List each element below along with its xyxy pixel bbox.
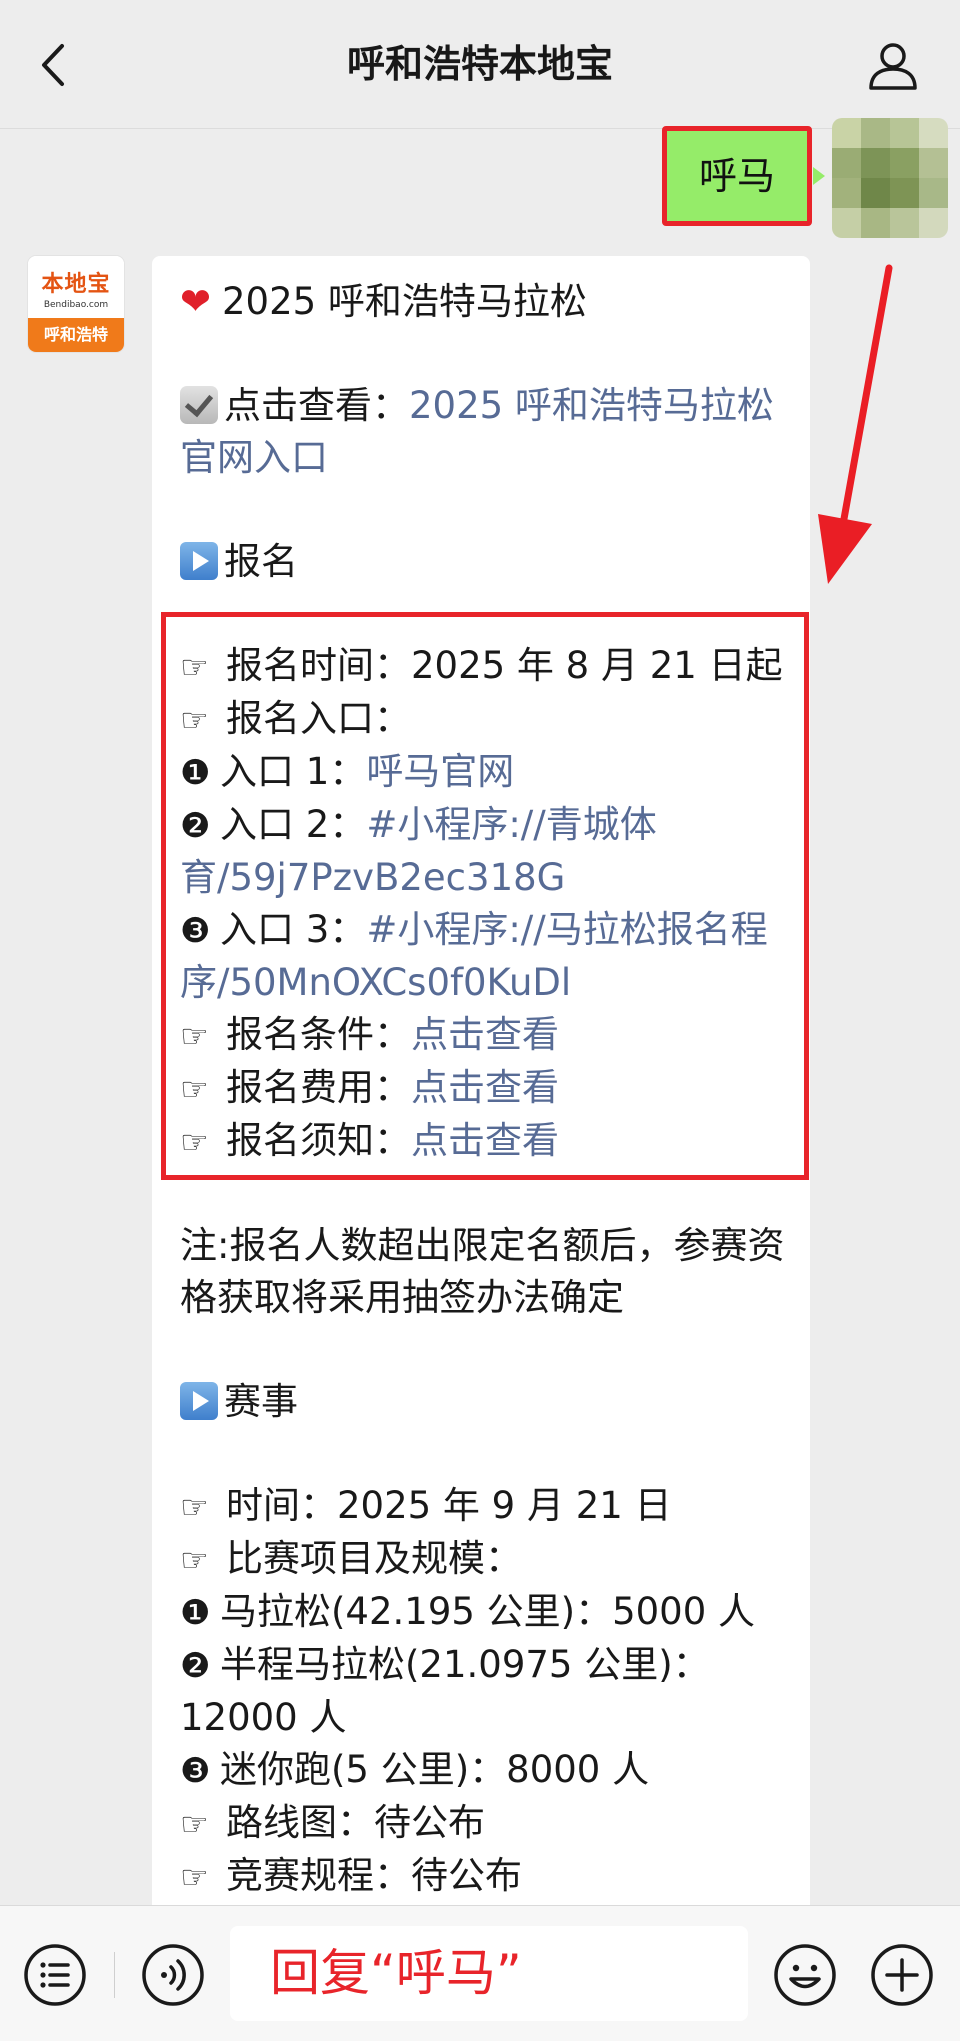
account-avatar[interactable]: 本地宝 Bendibao.com 呼和浩特 <box>28 256 124 352</box>
registration-notice-line: ☞ 报名须知：点击查看 <box>180 1115 792 1168</box>
list-icon[interactable] <box>22 1942 88 2008</box>
rules-line: ☞ 竞赛规程：待公布 <box>180 1850 792 1903</box>
heart-icon: ❤ <box>180 280 212 323</box>
reply-title: 2025 呼和浩特马拉松 <box>222 280 587 323</box>
entry-3-line: ❸ 入口 3：#小程序://马拉松报名程序/50MnOXCs0f0KuDl <box>180 904 792 1009</box>
entry-1-line: ❶ 入口 1：呼马官网 <box>180 746 792 799</box>
user-message-text: 呼马 <box>698 154 775 198</box>
official-site-line: 点击查看：2025 呼和浩特马拉松官网入口 <box>180 380 792 484</box>
registration-fees-label: 报名费用： <box>226 1066 411 1109</box>
official-site-label: 点击查看： <box>224 384 409 427</box>
event-item-2: ❷ 半程马拉松(21.0975 公里)：12000 人 <box>180 1639 792 1744</box>
message-input[interactable]: 回复“呼马” <box>230 1926 748 2021</box>
play-button-icon <box>180 542 218 580</box>
event-items-label: 比赛项目及规模： <box>226 1537 522 1580</box>
reply-title-line: ❤ 2025 呼和浩特马拉松 <box>180 276 792 328</box>
message-input-text: 回复“呼马” <box>270 1944 522 2002</box>
event-item-1: ❶ 马拉松(42.195 公里)：5000 人 <box>180 1586 792 1639</box>
event-heading: 赛事 <box>180 1376 792 1428</box>
registration-conditions-link[interactable]: 点击查看 <box>411 1013 559 1056</box>
event-time-line: ☞ 时间：2025 年 9 月 21 日 <box>180 1480 792 1533</box>
pointing-hand-icon: ☞ <box>180 648 209 686</box>
nav-bar: 呼和浩特本地宝 <box>0 0 960 129</box>
rules-value: 待公布 <box>411 1854 522 1897</box>
registration-heading-text: 报名 <box>224 540 298 583</box>
smiley-icon[interactable] <box>772 1942 838 2008</box>
input-divider <box>114 1952 115 1998</box>
registration-heading: 报名 <box>180 536 792 588</box>
number-2-icon: ❷ <box>180 806 211 846</box>
route-label: 路线图： <box>226 1801 374 1844</box>
entry-3-label: 入口 3： <box>220 908 367 951</box>
lottery-note: 注:报名人数超出限定名额后，参赛资格获取将采用抽签办法确定 <box>180 1224 785 1319</box>
registration-notice-link[interactable]: 点击查看 <box>411 1119 559 1162</box>
registration-conditions-label: 报名条件： <box>226 1013 411 1056</box>
registration-time-value: 2025 年 8 月 21 日起 <box>411 644 783 687</box>
registration-time-line: ☞ 报名时间：2025 年 8 月 21 日起 <box>180 640 792 693</box>
entry-2-label: 入口 2： <box>220 803 367 846</box>
pointing-hand-icon: ☞ <box>180 1017 209 1055</box>
pointing-hand-icon: ☞ <box>180 1805 209 1843</box>
route-value: 待公布 <box>374 1801 485 1844</box>
pointing-hand-icon: ☞ <box>180 1541 209 1579</box>
logo-domain-text: Bendibao.com <box>43 300 109 310</box>
logo-brand-text: 本地宝 <box>41 272 111 297</box>
check-box-icon <box>180 386 218 424</box>
event-items-line: ☞ 比赛项目及规模： <box>180 1533 792 1586</box>
pointing-hand-icon: ☞ <box>180 701 209 739</box>
registration-time-label: 报名时间： <box>226 644 411 687</box>
entry-1-link[interactable]: 呼马官网 <box>366 750 514 793</box>
event-item-3-text: 迷你跑(5 公里)：8000 人 <box>220 1748 650 1791</box>
event-item-3: ❸ 迷你跑(5 公里)：8000 人 <box>180 1744 792 1797</box>
number-1-icon: ❶ <box>180 753 211 793</box>
entry-2-line: ❷ 入口 2：#小程序://青城体育/59j7PzvB2ec318G <box>180 799 792 904</box>
event-heading-text: 赛事 <box>224 1380 298 1423</box>
event-time-value: 2025 年 9 月 21 日 <box>337 1484 672 1527</box>
pointing-hand-icon: ☞ <box>180 1123 209 1161</box>
reply-message-bubble: ❤ 2025 呼和浩特马拉松 点击查看：2025 呼和浩特马拉松官网入口 报名 ☞… <box>152 256 810 1916</box>
plus-icon[interactable] <box>869 1942 935 2008</box>
voice-icon[interactable] <box>140 1942 206 2008</box>
event-item-1-text: 马拉松(42.195 公里)：5000 人 <box>220 1590 756 1633</box>
pointing-hand-icon: ☞ <box>180 1070 209 1108</box>
user-avatar-pixelated[interactable] <box>832 118 948 238</box>
registration-entry-line: ☞ 报名入口： <box>180 693 792 746</box>
registration-entry-label: 报名入口： <box>226 697 411 740</box>
event-time-label: 时间： <box>226 1484 337 1527</box>
person-icon[interactable] <box>866 40 920 92</box>
red-arrow-annotation <box>818 264 893 584</box>
reply-message-content: ❤ 2025 呼和浩特马拉松 点击查看：2025 呼和浩特马拉松官网入口 报名 ☞… <box>180 276 792 1903</box>
pointing-hand-icon: ☞ <box>180 1858 209 1896</box>
registration-notice-label: 报名须知： <box>226 1119 411 1162</box>
pointing-hand-icon: ☞ <box>180 1488 209 1526</box>
route-line: ☞ 路线图：待公布 <box>180 1797 792 1850</box>
logo-top: 本地宝 Bendibao.com <box>28 256 124 318</box>
rules-label: 竞赛规程： <box>226 1854 411 1897</box>
registration-conditions-line: ☞ 报名条件：点击查看 <box>180 1009 792 1062</box>
chat-title: 呼和浩特本地宝 <box>346 42 613 86</box>
number-3-icon: ❸ <box>180 911 211 951</box>
registration-fees-line: ☞ 报名费用：点击查看 <box>180 1062 792 1115</box>
input-bar: 回复“呼马” <box>0 1905 960 2041</box>
logo-city-text: 呼和浩特 <box>28 318 124 352</box>
registration-fees-link[interactable]: 点击查看 <box>411 1066 559 1109</box>
entry-1-label: 入口 1： <box>220 750 367 793</box>
number-3-icon: ❸ <box>180 1751 211 1791</box>
number-1-icon: ❶ <box>180 1593 211 1633</box>
user-message-bubble[interactable]: 呼马 <box>662 126 825 226</box>
event-item-2-text: 半程马拉松(21.0975 公里)：12000 人 <box>180 1643 710 1739</box>
play-button-icon <box>180 1382 218 1420</box>
number-2-icon: ❷ <box>180 1646 211 1686</box>
